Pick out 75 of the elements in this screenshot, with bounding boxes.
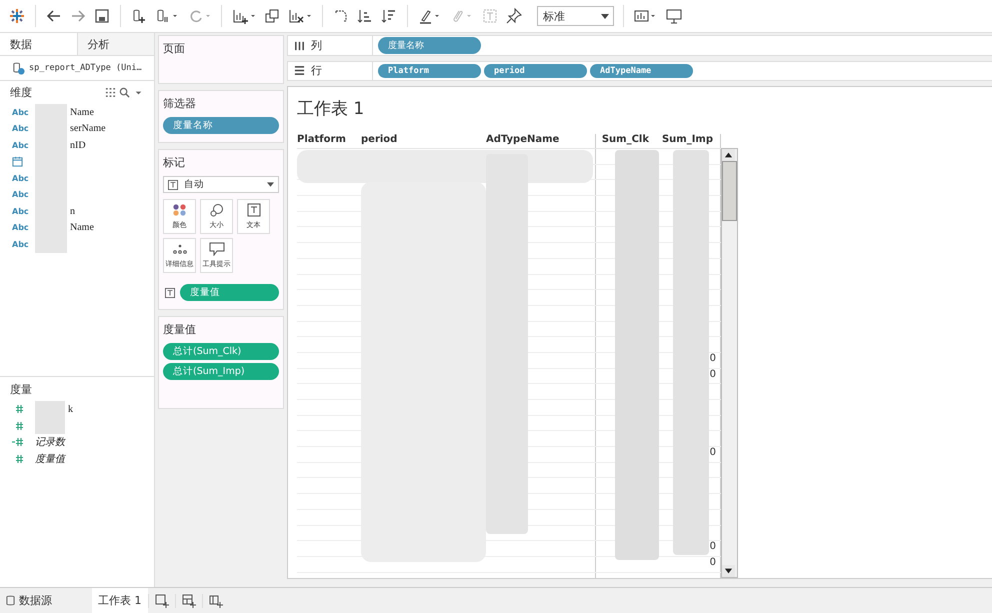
search-icon[interactable] [119, 87, 130, 98]
vertical-scrollbar[interactable] [721, 148, 738, 578]
shelf-label: 行 [311, 63, 322, 78]
field-name[interactable]: k [68, 404, 73, 415]
redacted-field-name [35, 104, 67, 120]
field-name[interactable]: 度量值 [35, 452, 65, 466]
duplicate-icon[interactable] [263, 7, 281, 25]
presentation-icon[interactable] [665, 7, 683, 25]
string-type-label: Abc [12, 223, 30, 232]
grid-view-icon[interactable] [105, 87, 116, 98]
speech-bubble-icon [208, 242, 224, 256]
redacted-field-name [35, 401, 65, 418]
column-header: Sum_Imp [660, 134, 714, 147]
section-title: 度量 [10, 382, 32, 397]
sheet-tab[interactable]: 工作表 1 [92, 588, 148, 613]
sheet-tab[interactable]: 数据源 [0, 588, 58, 613]
mark-type-select[interactable]: 自动 [163, 176, 279, 193]
column-header: Sum_Clk [600, 134, 650, 147]
string-type-label: Abc [12, 140, 30, 150]
sheet-title: 工作表 1 [297, 98, 364, 120]
text-mark-icon [165, 288, 175, 298]
new-sheet-icon[interactable] [231, 7, 257, 25]
text-mark-icon [168, 180, 178, 190]
caret-icon [267, 182, 274, 187]
datasource-icon [12, 62, 25, 74]
save-icon[interactable] [93, 7, 111, 25]
string-type-label: Abc [12, 174, 30, 183]
calculated-number-icon [12, 437, 26, 448]
pin-icon[interactable] [505, 7, 523, 25]
redacted-field-name [35, 418, 65, 434]
field-name[interactable]: Name [70, 222, 94, 234]
card-title: 筛选器 [163, 96, 197, 111]
logo-icon[interactable] [8, 7, 26, 25]
detail-dots-icon [172, 242, 188, 256]
caret-icon [601, 14, 609, 18]
field-name[interactable]: Name [70, 106, 94, 118]
scroll-up-icon[interactable] [722, 149, 735, 161]
card-title: 度量值 [163, 322, 197, 337]
text-mark-icon [246, 203, 262, 217]
sort-ascending-icon[interactable] [356, 7, 374, 25]
scroll-down-icon[interactable] [722, 565, 735, 577]
columns-icon [294, 40, 305, 51]
string-type-label: Abc [12, 124, 30, 134]
column-header: Platform [297, 134, 347, 147]
table-cell: 0 [710, 556, 716, 568]
redacted-field-name [35, 236, 67, 252]
rows-icon [294, 65, 305, 76]
card-title: 标记 [163, 155, 186, 170]
table-cell: 0 [710, 352, 716, 364]
sort-descending-icon[interactable] [380, 7, 398, 25]
table-cell: 0 [710, 368, 716, 380]
fit-select[interactable]: 标准 [537, 6, 614, 26]
clear-sheet-icon[interactable] [287, 7, 313, 25]
string-type-label: Abc [12, 190, 30, 200]
pane-tab[interactable]: 分析 [76, 33, 154, 55]
section-title: 维度 [10, 85, 32, 100]
field-name[interactable]: serName [70, 123, 106, 134]
field-name[interactable]: n [70, 206, 75, 217]
card-title: 页面 [163, 41, 186, 56]
table-cell: 0 [710, 447, 716, 458]
database-icon [6, 595, 15, 606]
string-type-label: Abc [12, 206, 30, 216]
shelf-label: 列 [311, 38, 322, 53]
string-type-label: Abc [12, 240, 30, 249]
scroll-thumb[interactable] [722, 161, 737, 221]
column-header: period [361, 134, 398, 147]
calendar-icon [12, 156, 23, 168]
datasource-name[interactable]: sp_report_ADType (Uni… [29, 63, 142, 73]
table-cell: 0 [710, 541, 716, 552]
field-name[interactable]: nID [70, 140, 86, 151]
color-dots-icon [172, 203, 188, 217]
size-circles-icon [208, 203, 224, 217]
column-header: AdTypeName [486, 134, 560, 147]
field-name[interactable]: 记录数 [35, 435, 65, 450]
string-type-label: Abc [12, 108, 30, 117]
